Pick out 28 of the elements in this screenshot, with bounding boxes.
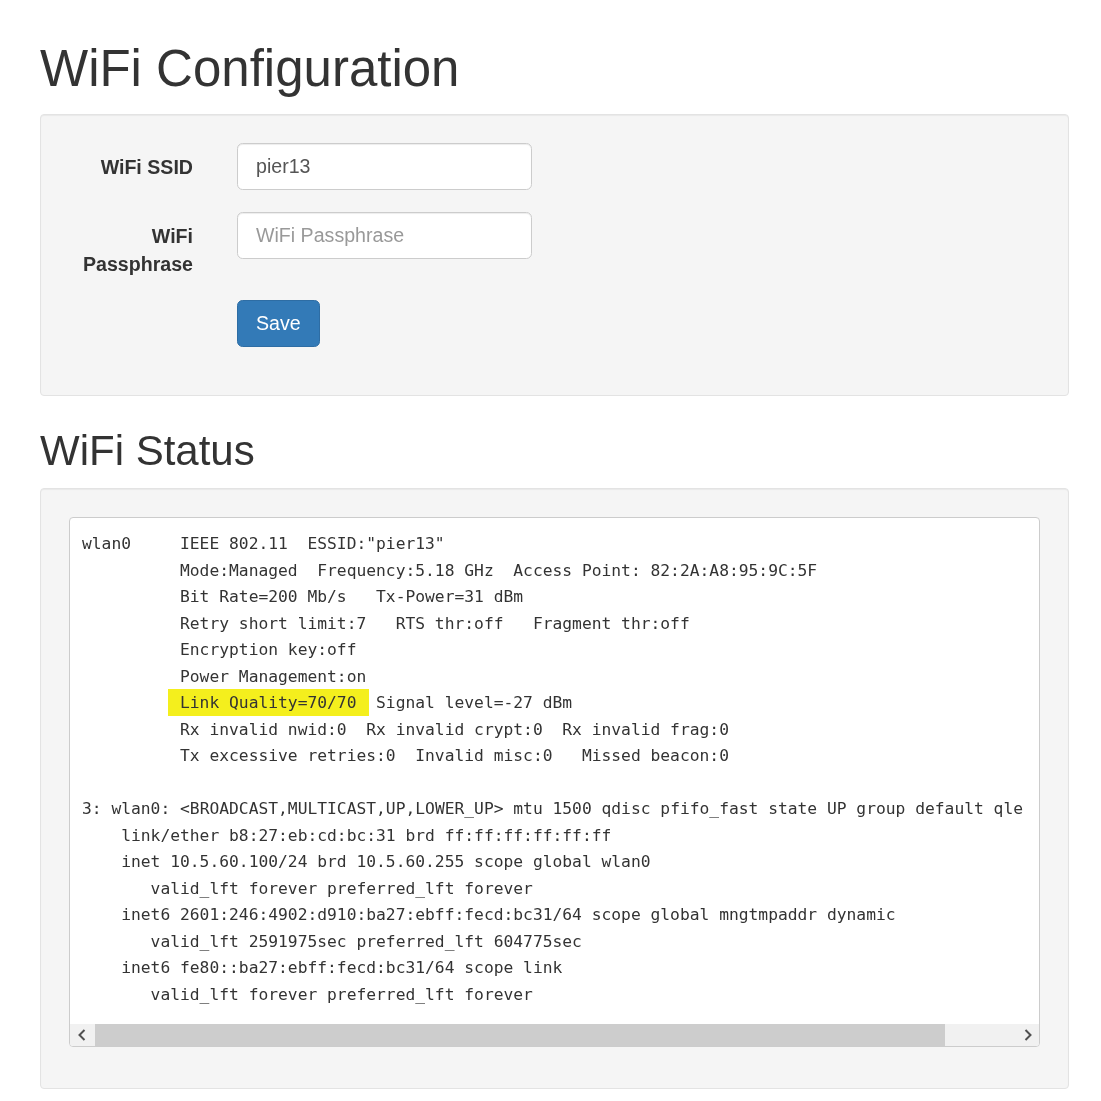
output-line: Bit Rate=200 Mb/s Tx-Power=31 dBm	[180, 587, 524, 607]
output-line: Mode:Managed Frequency:5.18 GHz Access Point: 82:2A:A8:95:9C:5F	[180, 560, 818, 580]
section-title: WiFi Status	[40, 428, 255, 475]
output-line: link/ether b8:27:eb:cd:bc:31 brd ff:ff:ff:ff:ff:ff	[121, 825, 612, 845]
input-field[interactable]: pier13	[237, 143, 532, 191]
output-line: Power Management:on	[180, 666, 367, 686]
output-line: Rx invalid nwid:0 Rx invalid crypt:0 Rx invalid frag:0	[180, 719, 729, 739]
chevron-right-icon[interactable]	[1024, 1029, 1032, 1042]
interface-name: wlan0	[82, 534, 131, 554]
output-line: inet 10.5.60.100/24 brd 10.5.60.255 scope global wlan0	[121, 852, 651, 872]
output-line: inet6 2601:246:4902:d910:ba27:ebff:fecd:bc31/64 scope global mngtmpaddr dynamic	[121, 905, 896, 925]
chevron-left-icon[interactable]	[78, 1029, 86, 1042]
highlighted-text: Link Quality=70/70	[168, 689, 370, 717]
output-line: Tx excessive retries:0 Invalid misc:0 Missed beacon:0	[180, 746, 729, 766]
output-line: valid_lft forever preferred_lft forever	[150, 984, 533, 1004]
output-line: valid_lft forever preferred_lft forever	[150, 878, 533, 898]
output-line: Retry short limit:7 RTS thr:off Fragment thr:off	[180, 613, 690, 633]
save-button[interactable]: Save	[237, 300, 320, 348]
field-label: WiFi SSID	[100, 155, 193, 181]
field-label: WiFi Passphrase	[82, 224, 193, 278]
output-line: IEEE 802.11 ESSID:"pier13"	[180, 534, 445, 554]
input-field[interactable]: WiFi Passphrase	[237, 212, 532, 260]
output-line: valid_lft 2591975sec preferred_lft 604775sec	[150, 931, 582, 951]
output-line: Signal level=-27 dBm	[376, 693, 573, 713]
page-title: WiFi Configuration	[40, 41, 460, 98]
output-line: 3: wlan0: <BROADCAST,MULTICAST,UP,LOWER_UP> mtu 1500 qdisc pfifo_fast state UP group default qle	[82, 799, 1023, 819]
output-line: inet6 fe80::ba27:ebff:fecd:bc31/64 scope link	[121, 958, 563, 978]
output-line: Encryption key:off	[180, 640, 357, 660]
